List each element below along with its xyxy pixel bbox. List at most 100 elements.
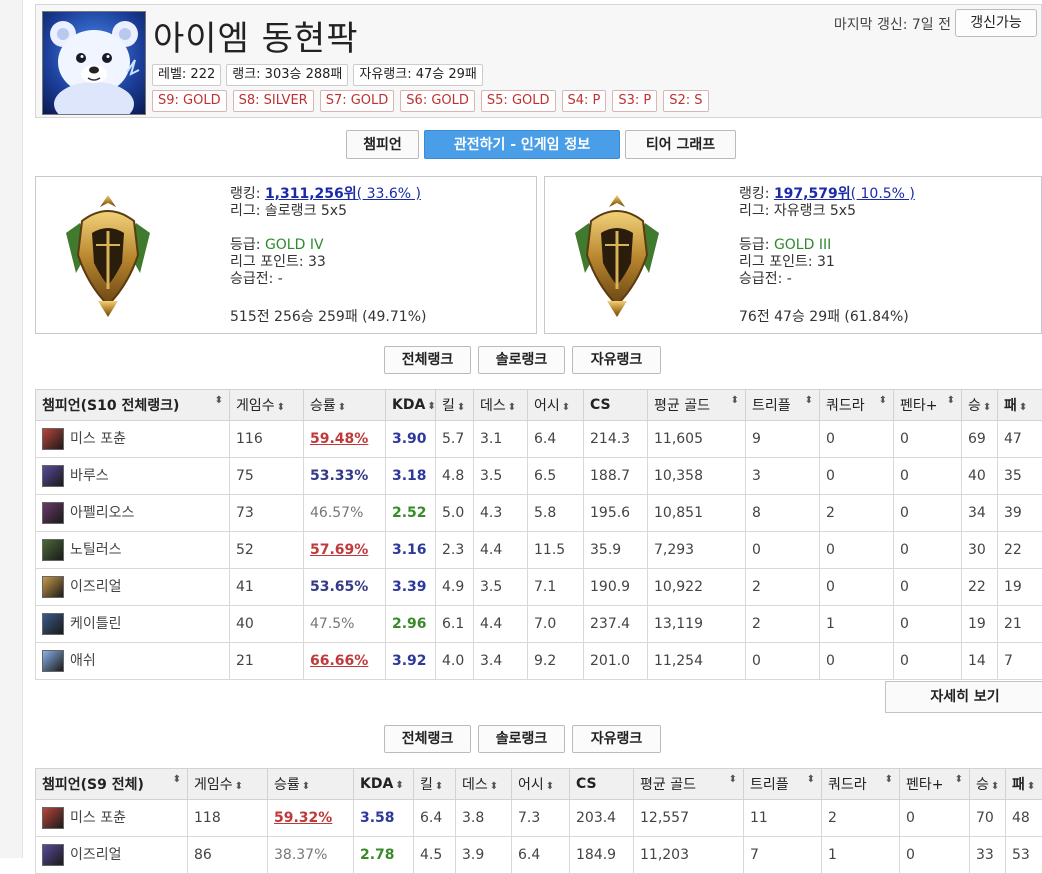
refresh-button[interactable]: 갱신가능 [955, 9, 1037, 37]
column-header[interactable]: 패⬍ [1006, 769, 1042, 800]
column-header[interactable]: 트리플⬍ [744, 769, 822, 800]
column-header[interactable]: 승⬍ [970, 769, 1006, 800]
sort-arrows-icon[interactable]: ⬍ [546, 781, 554, 792]
stat-value: 9.2 [534, 653, 556, 669]
stat-value: 0 [826, 542, 835, 558]
column-header[interactable]: 어시⬍ [512, 769, 570, 800]
stat-value: 0 [900, 542, 909, 558]
tab-champion[interactable]: 챔피언 [346, 130, 419, 159]
sort-arrows-icon[interactable]: ⬍ [508, 402, 516, 413]
table-row[interactable]: 아펠리오스7346.57%2.525.04.35.8195.610,851820… [36, 495, 1042, 532]
filter-flex-rank-button[interactable]: 자유랭크 [572, 346, 661, 374]
column-header[interactable]: 어시⬍ [528, 390, 584, 421]
column-header[interactable]: 트리플 ⬍ [746, 390, 820, 421]
sort-arrows-icon[interactable]: ⬍ [805, 395, 813, 406]
stat-value: 3.5 [480, 579, 502, 595]
sort-arrows-icon[interactable]: ⬍ [885, 774, 893, 785]
sort-arrows-icon[interactable]: ⬍ [435, 781, 443, 792]
column-header[interactable]: 평균 골드⬍ [648, 390, 746, 421]
column-header[interactable]: 게임수⬍ [230, 390, 304, 421]
table-row[interactable]: 바루스7553.33%3.184.83.56.5188.710,35830040… [36, 458, 1042, 495]
stat-value: 0 [752, 653, 761, 669]
column-header[interactable]: 쿼드라⬍ [820, 390, 894, 421]
column-header[interactable]: CS [570, 769, 634, 800]
table-row[interactable]: 이즈리얼4153.65%3.394.93.57.1190.910,9222002… [36, 569, 1042, 606]
table-row[interactable]: 미스 포츈11659.48%3.905.73.16.4214.311,60590… [36, 421, 1042, 458]
sort-arrows-icon[interactable]: ⬍ [807, 774, 815, 785]
tab-tier-graph[interactable]: 티어 그래프 [625, 130, 736, 159]
flex-tier: GOLD III [774, 237, 831, 253]
solo-ranking-link[interactable]: 1,311,256위 [265, 186, 357, 202]
filter-solo-rank-button[interactable]: 솔로랭크 [478, 725, 565, 753]
tab-spectate[interactable]: 관전하기 - 인게임 정보 [424, 130, 620, 159]
column-header[interactable]: KDA⬍ [354, 769, 414, 800]
column-header[interactable]: 챔피언(S9 전체)⬍ [36, 769, 188, 800]
column-header[interactable]: 게임수⬍ [188, 769, 268, 800]
flex-ranking-link[interactable]: 197,579위 [774, 186, 851, 202]
sort-arrows-icon[interactable]: ⬍ [457, 402, 465, 413]
flex-ranking-percent[interactable]: ( 10.5% ) [851, 186, 915, 202]
sort-arrows-icon[interactable]: ⬍ [427, 401, 435, 412]
sort-arrows-icon[interactable]: ⬍ [215, 395, 223, 406]
sort-arrows-icon[interactable]: ⬍ [983, 402, 991, 413]
column-header[interactable]: 패⬍ [998, 390, 1042, 421]
table-row[interactable]: 애쉬2166.66%3.924.03.49.2201.011,254000147 [36, 643, 1042, 680]
sort-arrows-icon[interactable]: ⬍ [490, 781, 498, 792]
sort-arrows-icon[interactable]: ⬍ [991, 781, 999, 792]
column-header[interactable]: 펜타+⬍ [894, 390, 962, 421]
sort-arrows-icon[interactable]: ⬍ [879, 395, 887, 406]
solo-record: 515전 256승 259패 (49.71%) [230, 306, 426, 326]
stat-value: 5.7 [442, 431, 464, 447]
stat-value: 2.52 [392, 505, 427, 521]
column-header[interactable]: CS [584, 390, 648, 421]
stat-value: 7 [1004, 653, 1013, 669]
sort-arrows-icon[interactable]: ⬍ [338, 402, 346, 413]
stat-value: 0 [826, 653, 835, 669]
filter-solo-rank-button[interactable]: 솔로랭크 [478, 346, 565, 374]
sort-arrows-icon[interactable]: ⬍ [235, 781, 243, 792]
stat-cell: 73 [230, 495, 304, 532]
sort-arrows-icon[interactable]: ⬍ [395, 780, 403, 791]
sort-arrows-icon[interactable]: ⬍ [947, 395, 955, 406]
column-header[interactable]: 승⬍ [962, 390, 998, 421]
sort-arrows-icon[interactable]: ⬍ [173, 774, 181, 785]
stat-cell: 13,119 [648, 606, 746, 643]
sort-arrows-icon[interactable]: ⬍ [562, 402, 570, 413]
see-more-button[interactable]: 자세히 보기 [885, 681, 1042, 713]
table-row[interactable]: 미스 포츈11859.32%3.586.43.87.3203.412,55711… [36, 800, 1042, 837]
column-header[interactable]: 데스⬍ [456, 769, 512, 800]
stat-cell: 5.8 [528, 495, 584, 532]
champion-portrait-icon [42, 465, 64, 487]
table-row[interactable]: 노틸러스5257.69%3.162.34.411.535.97,29300030… [36, 532, 1042, 569]
table-row[interactable]: 케이틀린4047.5%2.966.14.47.0237.413,11921019… [36, 606, 1042, 643]
column-header[interactable]: KDA⬍ [386, 390, 436, 421]
column-header[interactable]: 쿼드라⬍ [822, 769, 900, 800]
flex-rank-card: 랭킹: 197,579위( 10.5% ) 리그: 자유랭크 5x5 등급: G… [544, 176, 1042, 334]
stat-cell: 2.96 [386, 606, 436, 643]
column-header[interactable]: 펜타+⬍ [900, 769, 970, 800]
column-header[interactable]: 데스⬍ [474, 390, 528, 421]
table-row[interactable]: 이즈리얼8638.37%2.784.53.96.4184.911,2037103… [36, 837, 1042, 874]
tier-label: 등급: [230, 237, 265, 253]
filter-all-rank-button[interactable]: 전체랭크 [384, 346, 471, 374]
sort-arrows-icon[interactable]: ⬍ [731, 395, 739, 406]
column-header[interactable]: 킬⬍ [414, 769, 456, 800]
column-header[interactable]: 평균 골드⬍ [634, 769, 744, 800]
solo-ranking-percent[interactable]: ( 33.6% ) [357, 186, 421, 202]
sort-arrows-icon[interactable]: ⬍ [1027, 781, 1035, 792]
sort-arrows-icon[interactable]: ⬍ [955, 774, 963, 785]
stat-value: 2 [826, 505, 835, 521]
sort-arrows-icon[interactable]: ⬍ [1019, 402, 1027, 413]
champion-cell: 아펠리오스 [36, 495, 230, 532]
sort-arrows-icon[interactable]: ⬍ [277, 402, 285, 413]
sort-arrows-icon[interactable]: ⬍ [302, 781, 310, 792]
filter-all-rank-button[interactable]: 전체랭크 [384, 725, 471, 753]
column-header[interactable]: 챔피언(S10 전체랭크)⬍ [36, 390, 230, 421]
sort-arrows-icon[interactable]: ⬍ [729, 774, 737, 785]
column-header-label: 트리플 [752, 398, 791, 414]
filter-flex-rank-button[interactable]: 자유랭크 [572, 725, 661, 753]
column-header[interactable]: 킬⬍ [436, 390, 474, 421]
column-header[interactable]: 승률⬍ [268, 769, 354, 800]
column-header[interactable]: 승률⬍ [304, 390, 386, 421]
rank-filter-bar-2: 전체랭크 솔로랭크 자유랭크 [35, 725, 1042, 754]
